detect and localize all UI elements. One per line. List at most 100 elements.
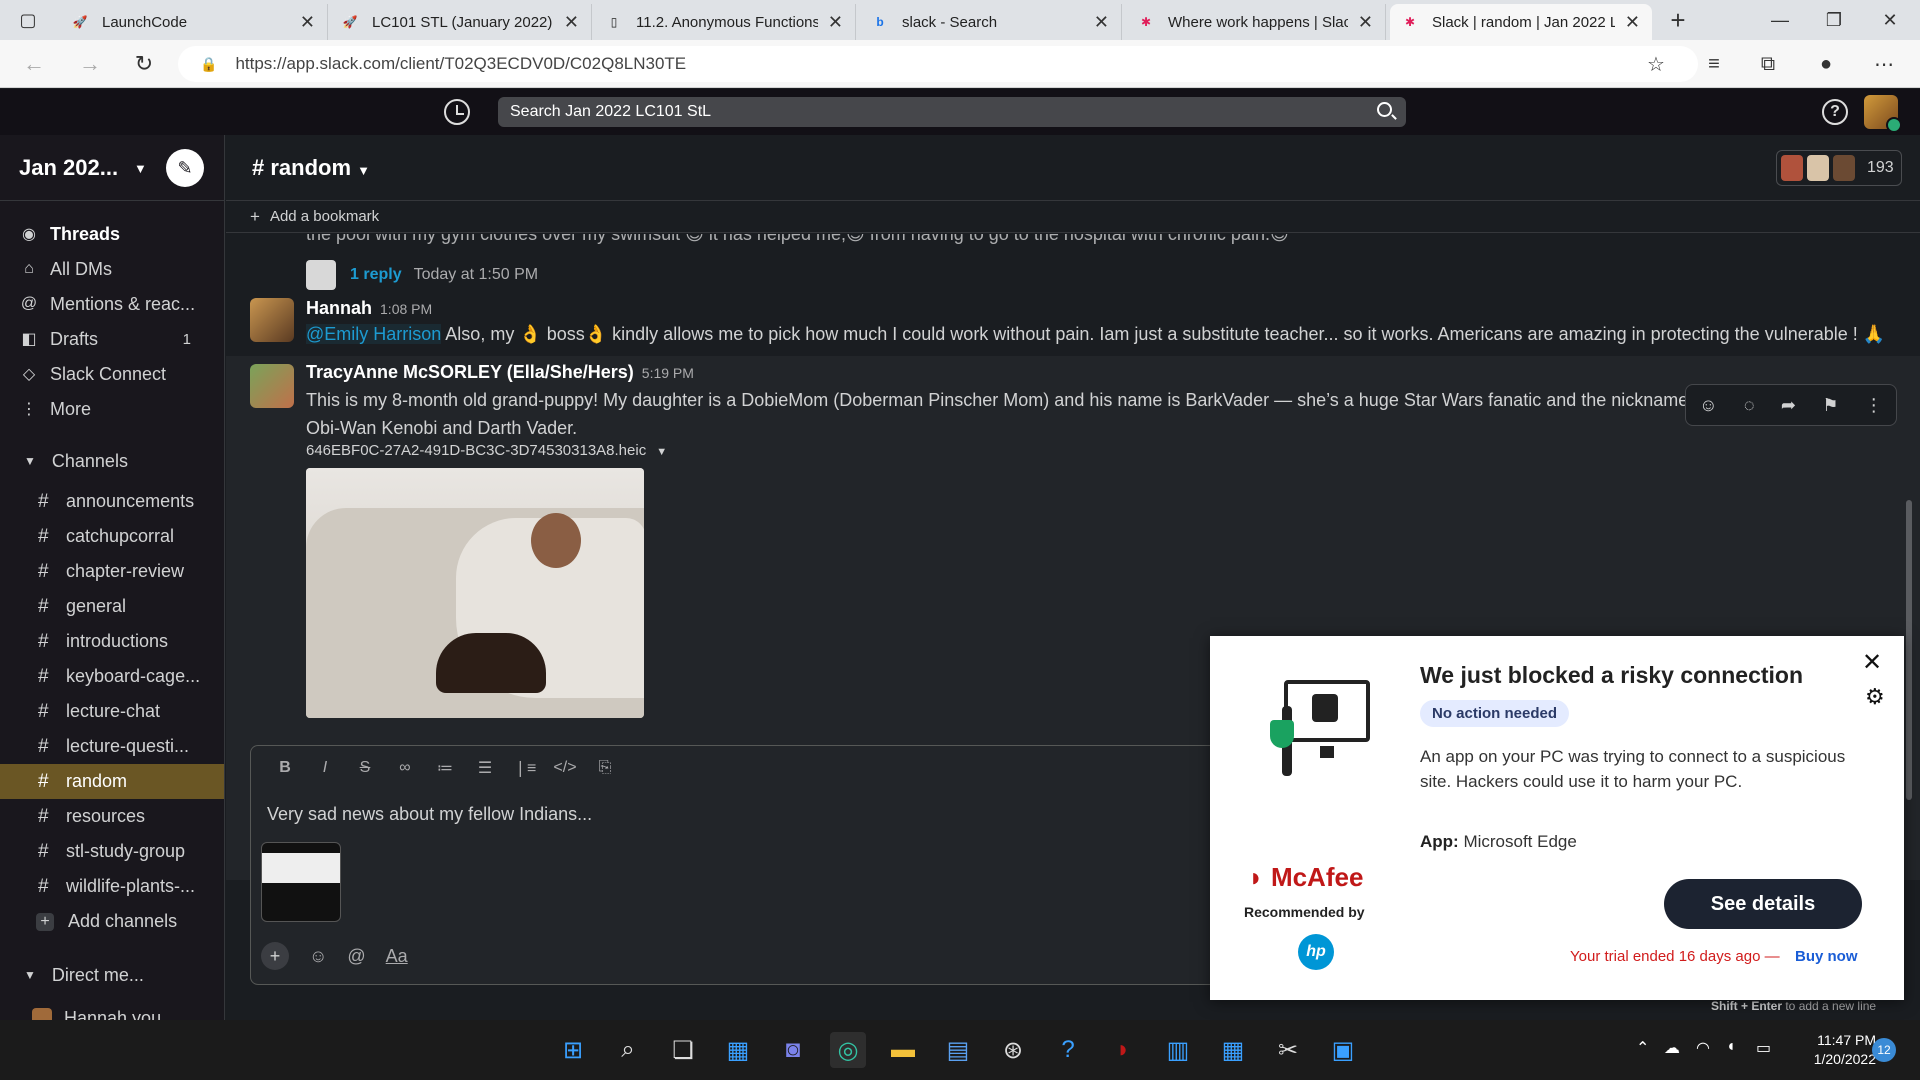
task-view-icon[interactable]: ❏	[665, 1032, 701, 1068]
author-name[interactable]: TracyAnne McSORLEY (Ella/She/Hers)	[306, 362, 634, 382]
ordered-list-icon[interactable]: ≔	[425, 758, 465, 778]
user-mention[interactable]: @Emily Harrison	[306, 324, 442, 344]
add-reaction-icon[interactable]: ☺	[1699, 395, 1717, 416]
close-tab-icon[interactable]: ✕	[1625, 12, 1640, 33]
edge-icon[interactable]: ◎	[830, 1032, 866, 1068]
buy-now-link[interactable]: Buy now	[1795, 948, 1858, 965]
bookmark-icon[interactable]: ⚑	[1822, 395, 1838, 416]
channel-resources[interactable]: # resources	[0, 799, 224, 834]
refresh-icon[interactable]: ↻	[126, 48, 162, 80]
nav-drafts[interactable]: ◧ Drafts 1	[0, 323, 224, 355]
nav-more[interactable]: ⋮ More	[0, 393, 224, 425]
snipping-icon[interactable]: ✂	[1270, 1032, 1306, 1068]
nav-all-dms[interactable]: ⌂ All DMs	[0, 253, 224, 285]
add-channels-button[interactable]: + Add channels	[0, 904, 224, 939]
favorites-icon[interactable]: ≡	[1696, 48, 1732, 80]
volume-icon[interactable]: ◖	[1726, 1038, 1736, 1056]
close-tab-icon[interactable]: ✕	[564, 12, 579, 33]
nav-mentions[interactable]: @ Mentions & reac...	[0, 288, 224, 320]
avatar[interactable]	[250, 364, 294, 408]
tab-actions-icon[interactable]: ▢	[0, 0, 56, 40]
battery-icon[interactable]: ▭	[1756, 1038, 1771, 1058]
chat-icon[interactable]: ◙	[775, 1032, 811, 1068]
close-tab-icon[interactable]: ✕	[1094, 12, 1109, 33]
channel-random[interactable]: # random	[0, 764, 224, 799]
reply-thread-icon[interactable]: ◌	[1744, 395, 1755, 416]
wifi-icon[interactable]: ◠	[1696, 1038, 1710, 1058]
thread-replies[interactable]: 1 reply Today at 1:50 PM	[306, 260, 538, 290]
app-icon[interactable]: ⊛	[995, 1032, 1031, 1068]
tab-bing-search[interactable]: b slack - Search ✕	[860, 4, 1122, 40]
plus-icon[interactable]: +	[261, 942, 289, 970]
workspace-name[interactable]: Jan 202...	[19, 155, 118, 181]
attachment-filename[interactable]: 646EBF0C-27A2-491D-BC3C-3D74530313A8.hei…	[306, 442, 667, 459]
channel-title[interactable]: # random ▼	[252, 155, 370, 181]
close-window-icon[interactable]: ✕	[1862, 0, 1918, 40]
onedrive-icon[interactable]: ☁	[1664, 1038, 1680, 1058]
profile-icon[interactable]: ●	[1808, 48, 1844, 80]
channel-stl-study-group[interactable]: # stl-study-group	[0, 834, 224, 869]
channel-introductions[interactable]: # introductions	[0, 624, 224, 659]
back-icon[interactable]: ←	[16, 48, 52, 80]
italic-icon[interactable]: I	[305, 759, 345, 777]
share-icon[interactable]: ➦	[1781, 395, 1796, 416]
composer-text[interactable]: Very sad news about my fellow Indians...	[267, 804, 592, 825]
file-explorer-icon[interactable]: ▬	[885, 1032, 921, 1068]
nav-threads[interactable]: ◉ Threads	[0, 218, 224, 250]
chevron-up-icon[interactable]: ⌃	[1636, 1038, 1649, 1058]
compose-icon[interactable]: ✎	[166, 149, 204, 187]
members-button[interactable]: 193	[1776, 150, 1902, 186]
close-icon[interactable]: ✕	[1862, 648, 1882, 677]
collections-icon[interactable]: ⧉	[1750, 48, 1786, 80]
channels-section-header[interactable]: ▼ Channels	[0, 445, 224, 477]
forward-icon[interactable]: →	[72, 48, 108, 80]
scrollbar[interactable]	[1906, 500, 1912, 800]
tab-slack-home[interactable]: ✱ Where work happens | Slack ✕	[1126, 4, 1386, 40]
code-icon[interactable]: </>	[545, 759, 585, 777]
bold-icon[interactable]: B	[265, 759, 305, 777]
start-icon[interactable]: ⊞	[555, 1032, 591, 1068]
tab-launchcode[interactable]: 🚀 LaunchCode ✕	[60, 4, 328, 40]
user-avatar[interactable]	[1864, 95, 1902, 133]
minimize-icon[interactable]: —	[1752, 0, 1808, 40]
direct-messages-section-header[interactable]: ▼ Direct me...	[0, 959, 224, 991]
gear-icon[interactable]: ⚙	[1865, 684, 1885, 710]
photos-icon[interactable]: ▣	[1325, 1032, 1361, 1068]
store-icon[interactable]: ▤	[940, 1032, 976, 1068]
format-toggle-icon[interactable]: Aa	[386, 946, 408, 967]
close-tab-icon[interactable]: ✕	[1358, 12, 1373, 33]
close-tab-icon[interactable]: ✕	[300, 12, 315, 33]
tab-anonymous-functions[interactable]: ▯ 11.2. Anonymous Functions ✕	[594, 4, 856, 40]
clock[interactable]: 11:47 PM 1/20/2022	[1786, 1031, 1876, 1069]
search-input[interactable]: Search Jan 2022 LC101 StL	[498, 97, 1406, 127]
restore-icon[interactable]: ❐	[1806, 0, 1862, 40]
channel-chapter-review[interactable]: # chapter-review	[0, 554, 224, 589]
reply-count-link[interactable]: 1 reply	[350, 266, 402, 284]
calendar-icon[interactable]: ▦	[1215, 1032, 1251, 1068]
channel-lecture-questions[interactable]: # lecture-questi...	[0, 729, 224, 764]
author-name[interactable]: Hannah	[306, 298, 372, 318]
dm-item-hannah[interactable]: Hannah you	[0, 1003, 224, 1020]
new-tab-icon[interactable]: +	[1650, 0, 1706, 40]
add-favorite-icon[interactable]: ☆	[1638, 48, 1674, 80]
avatar[interactable]	[250, 298, 294, 342]
mcafee-icon[interactable]: ◗	[1105, 1032, 1141, 1068]
channel-announcements[interactable]: # announcements	[0, 484, 224, 519]
tab-lc101[interactable]: 🚀 LC101 STL (January 2022) ✕	[330, 4, 592, 40]
help-icon[interactable]: ?	[1822, 99, 1848, 125]
emoji-icon[interactable]: ☺	[309, 946, 327, 967]
url-field[interactable]: 🔒 https://app.slack.com/client/T02Q3ECDV…	[178, 46, 1698, 82]
settings-more-icon[interactable]: ⋯	[1866, 48, 1902, 80]
attachment-thumbnail[interactable]	[261, 842, 341, 922]
add-bookmark-button[interactable]: + Add a bookmark	[226, 201, 1920, 233]
more-actions-icon[interactable]: ⋮	[1865, 395, 1883, 416]
strikethrough-icon[interactable]: S	[345, 759, 385, 777]
close-tab-icon[interactable]: ✕	[828, 12, 843, 33]
history-icon[interactable]	[444, 99, 470, 125]
notification-count[interactable]: 12	[1872, 1038, 1896, 1062]
help-app-icon[interactable]: ?	[1050, 1032, 1086, 1068]
tab-slack-random[interactable]: ✱ Slack | random | Jan 2022 LC101 StL ✕	[1390, 4, 1652, 40]
see-details-button[interactable]: See details	[1664, 879, 1862, 929]
notepad-icon[interactable]: ▥	[1160, 1032, 1196, 1068]
search-icon[interactable]: ⌕	[610, 1032, 646, 1068]
